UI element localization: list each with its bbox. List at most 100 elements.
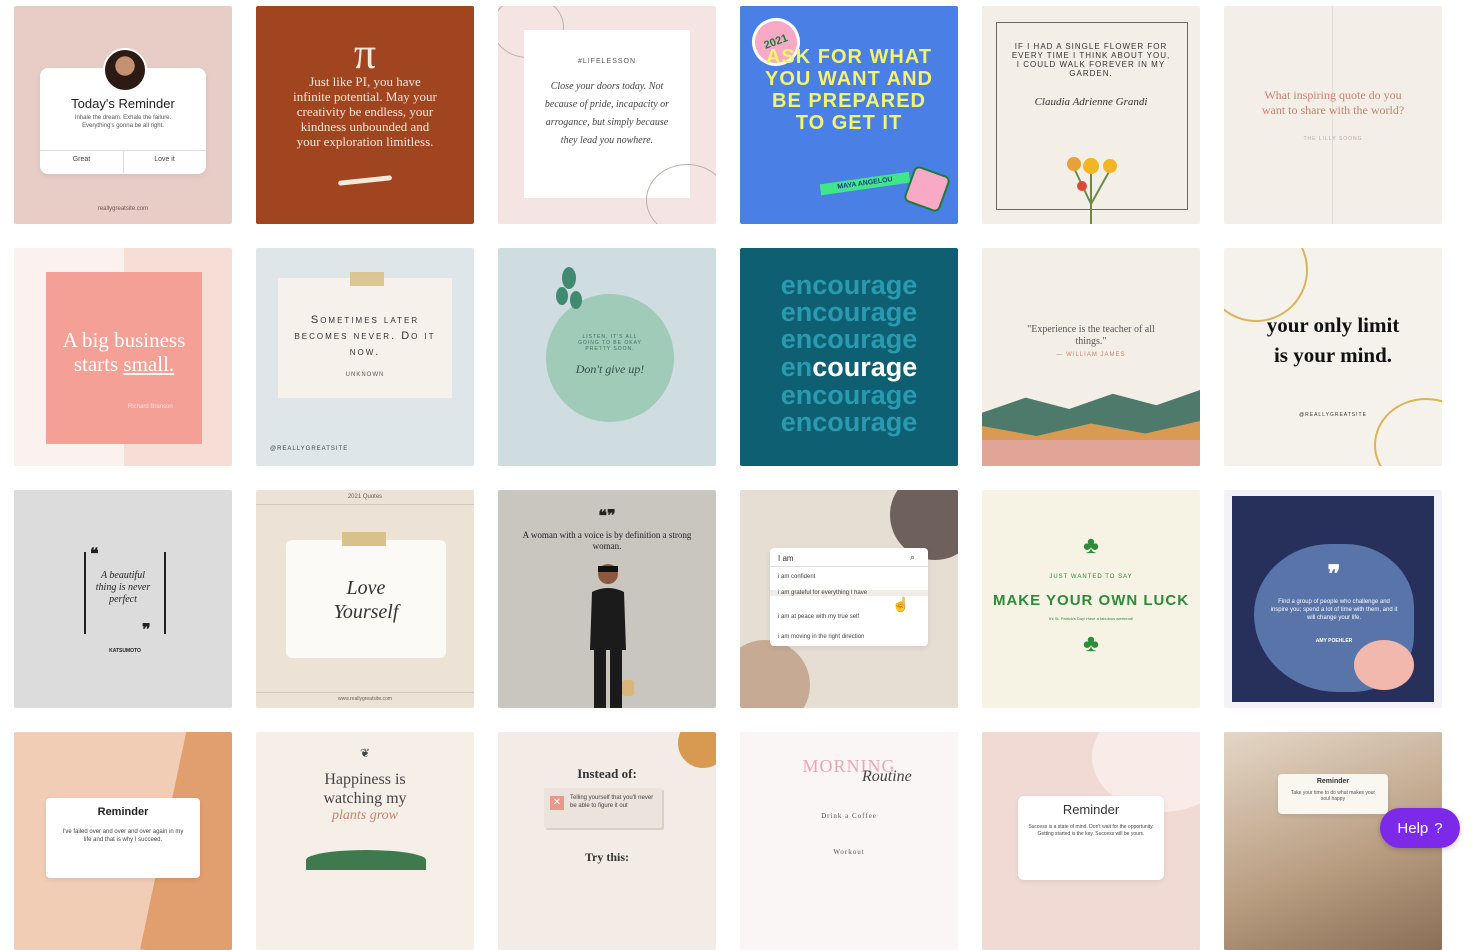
quote-mark-icon: ❝❞: [598, 508, 616, 525]
clover-bottom-icon: ♣: [1083, 630, 1099, 657]
template-tile-reminder-failed[interactable]: Reminder I've failed over and over and o…: [14, 732, 232, 950]
routine-line-2: Workout: [833, 848, 865, 856]
encourage-line-3: encourage: [780, 324, 918, 354]
luck-sub: It's St. Patrick's Day! Have a fabulous …: [1048, 616, 1134, 621]
listen-caps: LISTEN, IT'S ALL GOING TO BE OKAY PRETTY…: [578, 334, 642, 352]
business-author: Richard Branson: [128, 404, 173, 410]
flower-quote: IF I HAD A SINGLE FLOWER FOR EVERY TIME …: [1011, 42, 1171, 78]
template-tile-encourage[interactable]: encourage encourage encourage encourage …: [740, 248, 958, 466]
template-tile-big-business[interactable]: A big business starts small. Richard Bra…: [14, 248, 232, 466]
business-word-small: small.: [123, 352, 175, 376]
routine-line-1: Drink a Coffee: [821, 812, 877, 820]
brush-stroke: [337, 175, 393, 186]
reminder-body: I've failed over and over and over again…: [62, 829, 184, 843]
template-tile-experience[interactable]: "Experience is the teacher of all things…: [982, 248, 1200, 466]
bottom-rule: [256, 692, 474, 693]
encourage-line-5: encourage: [780, 380, 918, 410]
business-line-1: A big business: [62, 328, 186, 352]
template-tile-woman-with-voice[interactable]: ❝❞ A woman with a voice is by definition…: [498, 490, 716, 708]
reminder-title: Today's Reminder: [71, 96, 175, 111]
search-option-3: i am at peace with my true self: [778, 614, 860, 620]
top-rule: [256, 504, 474, 505]
reminder-body: Success is a state of mind. Don't wait f…: [1028, 824, 1154, 837]
template-tile-i-am-search[interactable]: I am ⌕ i am confident i am grateful for …: [740, 490, 958, 708]
sometimes-quote: Sometimes later becomes never. Do it now…: [294, 314, 436, 358]
template-tile-make-your-own-luck[interactable]: ♣ JUST WANTED TO SAY MAKE YOUR OWN LUCK …: [982, 490, 1200, 708]
template-tile-sometimes-later[interactable]: Sometimes later becomes never. Do it now…: [256, 248, 474, 466]
template-tile-instead-of[interactable]: Instead of: ✕ Telling yourself that you'…: [498, 732, 716, 950]
group-quote: Find a group of people who challenge and…: [1270, 599, 1398, 621]
love-footer: www.reallygreatsite.com: [338, 696, 392, 702]
sticker-icon: [902, 164, 952, 214]
template-tile-life-lesson[interactable]: #LIFELESSON Close your doors today. Not …: [498, 6, 716, 224]
landscape-layer-pink: [982, 440, 1200, 466]
tape-strip: [350, 272, 384, 286]
beautiful-author: KATSUMOTO: [109, 648, 141, 654]
encourage-line-1: encourage: [780, 270, 918, 300]
quote-open-icon: ❝: [90, 546, 99, 563]
reminder-title: Reminder: [97, 806, 149, 818]
sometimes-author: UNKNOWN: [345, 372, 385, 378]
beautiful-quote: A beautiful thing is never perfect: [95, 570, 151, 605]
ask-quote: ASK FOR WHAT YOU WANT AND BE PREPARED TO…: [765, 46, 933, 134]
gold-circle: [678, 732, 716, 768]
luck-title: MAKE YOUR OWN LUCK: [992, 592, 1190, 609]
search-icon: ⌕: [910, 552, 916, 562]
template-tile-dont-give-up[interactable]: LISTEN, IT'S ALL GOING TO BE OKAY PRETTY…: [498, 248, 716, 466]
inspiring-quote: What inspiring quote do you want to shar…: [1261, 88, 1405, 117]
reminder-body: Inhale the dream. Exhale the failure. Ev…: [74, 115, 172, 129]
encourage-line-6: encourage: [780, 407, 918, 437]
template-tile-ask-for-what-you-want[interactable]: 2021 ASK FOR WHAT YOU WANT AND BE PREPAR…: [740, 6, 958, 224]
lesson-heading: #LIFELESSON: [577, 58, 637, 65]
author-tag: MAYA ANGELOU: [819, 171, 911, 196]
business-word-starts: starts: [73, 352, 119, 376]
sprout-icon: ❦: [359, 746, 371, 760]
encourage-line-2: encourage: [780, 297, 918, 327]
template-grid: Today's Reminder Inhale the dream. Exhal…: [14, 6, 1442, 950]
template-tile-todays-reminder[interactable]: Today's Reminder Inhale the dream. Exhal…: [14, 6, 232, 224]
template-tile-inspiring-quote[interactable]: What inspiring quote do you want to shar…: [1224, 6, 1442, 224]
reminder-title: Reminder: [1316, 778, 1350, 785]
experience-quote: "Experience is the teacher of all things…: [1027, 324, 1155, 347]
flower-author: Claudia Adrienne Grandi: [1034, 96, 1148, 108]
avatar: [103, 48, 147, 92]
dont-give-up-script: Don't give up!: [575, 362, 645, 376]
site-footer: reallygreatsite.com: [97, 206, 149, 212]
tape-strip: [342, 532, 386, 546]
template-tile-single-flower[interactable]: IF I HAD A SINGLE FLOWER FOR EVERY TIME …: [982, 6, 1200, 224]
great-button: Great: [72, 156, 91, 163]
template-tile-love-yourself[interactable]: 2021 Quotes Love Yourself www.reallygrea…: [256, 490, 474, 708]
sometimes-handle: @REALLYGREATSITE: [270, 446, 349, 452]
quote-close-icon: ❞: [142, 622, 151, 639]
template-tile-reminder-success[interactable]: Reminder Success is a state of mind. Don…: [982, 732, 1200, 950]
template-tile-find-a-group[interactable]: ❞ Find a group of people who challenge a…: [1224, 490, 1442, 708]
help-button[interactable]: Help ?: [1380, 808, 1460, 848]
hand-cursor-icon: ☝: [892, 596, 910, 612]
template-tile-your-only-limit[interactable]: your only limit is your mind. @REALLYGRE…: [1224, 248, 1442, 466]
search-input: I am: [778, 554, 794, 563]
love-script: Love Yourself: [333, 577, 399, 623]
help-label: Help: [1397, 819, 1429, 837]
lesson-script: Close your doors today. Not because of p…: [544, 81, 670, 146]
reminder-body: Take your time to do what makes your sou…: [1290, 790, 1376, 802]
search-option-1: i am confident: [778, 574, 816, 580]
template-tile-morning-routine[interactable]: MORNING Routine Drink a Coffee Workout: [740, 732, 958, 950]
encourage-lead: en: [780, 352, 813, 382]
leaf-icon: [554, 266, 584, 316]
business-line-2: starts small.: [46, 352, 202, 377]
template-tile-beautiful-thing[interactable]: ❝ A beautiful thing is never perfect ❞ K…: [14, 490, 232, 708]
limit-quote: your only limit is your mind.: [1266, 313, 1400, 367]
encourage-line-4: encourage: [740, 354, 958, 381]
pink-blob: [1354, 640, 1414, 690]
love-it-button: Love it: [154, 156, 175, 163]
plant-leaves: [306, 850, 426, 870]
limit-handle: @REALLYGREATSITE: [1299, 412, 1367, 418]
question-icon: ?: [1434, 819, 1443, 837]
quote-mark-icon: ❞: [1327, 561, 1341, 588]
pi-quote: Just like PI, you have infinite potentia…: [293, 74, 437, 149]
template-tile-happiness[interactable]: ❦ Happiness is watching my plants grow: [256, 732, 474, 950]
clover-top-icon: ♣: [1083, 532, 1099, 559]
template-tile-pi[interactable]: π Just like PI, you have infinite potent…: [256, 6, 474, 224]
routine-script: Routine: [862, 768, 912, 785]
woman-quote: A woman with a voice is by definition a …: [522, 530, 692, 551]
